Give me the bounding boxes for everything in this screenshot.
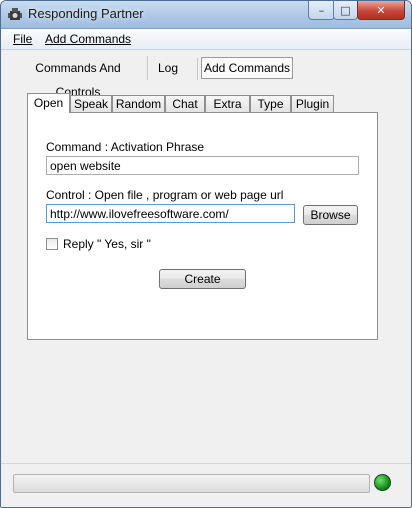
control-input[interactable]: http://www.ilovefreesoftware.com/ <box>46 204 295 223</box>
tab-log[interactable]: Log <box>147 56 188 80</box>
menu-file[interactable]: File <box>13 32 32 46</box>
title-bar[interactable]: Responding Partner – □ ✕ <box>1 1 411 29</box>
progress-bar <box>13 474 370 493</box>
maximize-icon: □ <box>340 3 351 17</box>
tab-random[interactable]: Random <box>112 95 165 112</box>
control-label: Control : Open file , program or web pag… <box>46 188 284 202</box>
status-bar <box>1 463 411 507</box>
close-button[interactable]: ✕ <box>357 1 405 20</box>
maximize-button[interactable]: □ <box>333 1 358 20</box>
window-title: Responding Partner <box>28 6 144 21</box>
tab-open[interactable]: Open <box>27 93 70 113</box>
menu-add-commands[interactable]: Add Commands <box>45 32 131 46</box>
menu-add-commands-label: Add Commands <box>45 32 132 46</box>
tab-divider <box>197 58 198 80</box>
open-command-panel: Command : Activation Phrase open website… <box>27 112 378 340</box>
tab-speak[interactable]: Speak <box>70 95 112 112</box>
close-icon: ✕ <box>376 3 386 17</box>
minimize-icon: – <box>318 3 325 17</box>
reply-label: Reply " Yes, sir " <box>63 237 151 251</box>
menu-file-label: File <box>13 32 33 46</box>
command-input[interactable]: open website <box>46 156 359 175</box>
minimize-button[interactable]: – <box>308 1 335 20</box>
tab-commands-and-controls[interactable]: Commands And Controls <box>13 56 143 99</box>
command-label: Command : Activation Phrase <box>46 140 205 154</box>
tab-extra[interactable]: Extra <box>205 95 250 112</box>
app-window: Responding Partner – □ ✕ File Add Comman… <box>0 0 412 508</box>
reply-checkbox[interactable] <box>46 238 58 250</box>
tab-plugin[interactable]: Plugin <box>291 95 334 112</box>
app-icon <box>7 6 23 22</box>
browse-button[interactable]: Browse <box>303 205 358 225</box>
tab-add-commands[interactable]: Add Commands <box>201 57 293 79</box>
status-indicator-icon <box>374 474 391 491</box>
tab-chat[interactable]: Chat <box>165 95 205 112</box>
create-button[interactable]: Create <box>159 269 246 289</box>
tab-type[interactable]: Type <box>250 95 291 112</box>
menu-bar: File Add Commands <box>1 29 411 50</box>
